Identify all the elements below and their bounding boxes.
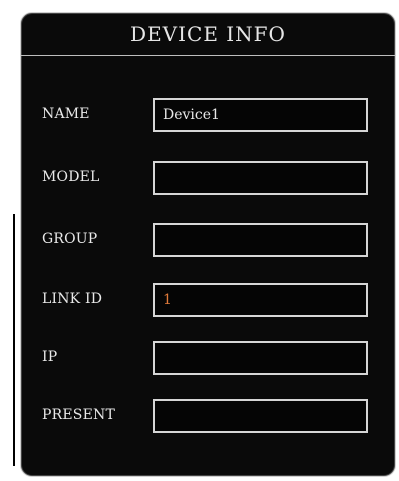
model-label: MODEL bbox=[42, 169, 100, 185]
ip-label: IP bbox=[42, 349, 58, 365]
link-id-field[interactable]: 1 bbox=[153, 283, 368, 317]
present-field[interactable] bbox=[153, 399, 368, 433]
ip-field[interactable] bbox=[153, 341, 368, 375]
row-ip: IP bbox=[21, 338, 395, 378]
left-divider-line bbox=[13, 214, 15, 466]
device-info-panel: DEVICE INFO NAME Device1 MODEL GROUP LIN… bbox=[20, 12, 396, 477]
title-bar: DEVICE INFO bbox=[21, 13, 395, 56]
name-value: Device1 bbox=[163, 107, 220, 123]
row-model: MODEL bbox=[21, 158, 395, 198]
row-present: PRESENT bbox=[21, 396, 395, 436]
link-id-value: 1 bbox=[163, 292, 172, 308]
model-field[interactable] bbox=[153, 161, 368, 195]
row-link-id: LINK ID 1 bbox=[21, 280, 395, 320]
row-name: NAME Device1 bbox=[21, 95, 395, 135]
present-label: PRESENT bbox=[42, 407, 115, 423]
row-group: GROUP bbox=[21, 220, 395, 260]
panel-title: DEVICE INFO bbox=[130, 22, 286, 46]
group-field[interactable] bbox=[153, 223, 368, 257]
group-label: GROUP bbox=[42, 231, 98, 247]
link-id-label: LINK ID bbox=[42, 291, 103, 307]
name-field[interactable]: Device1 bbox=[153, 98, 368, 132]
name-label: NAME bbox=[42, 106, 90, 122]
